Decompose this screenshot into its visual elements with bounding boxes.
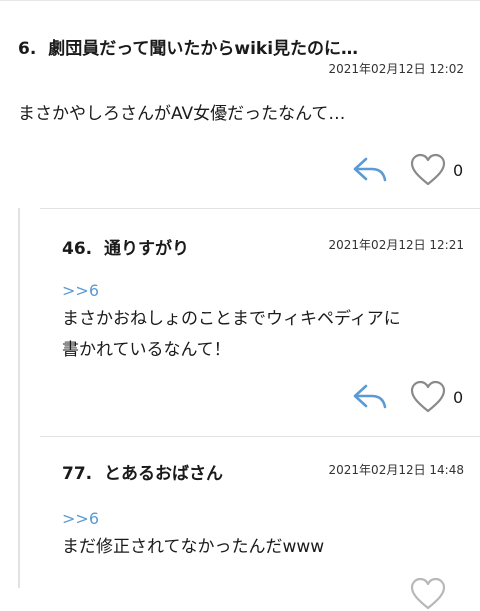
reply-anchor-link[interactable]: >>6 xyxy=(62,506,324,532)
comment-6: 6. 劇団員だって聞いたからwiki見たのに… 2021年02月12日 12:0… xyxy=(0,0,480,205)
comment-date: 2021年02月12日 12:02 xyxy=(328,62,464,76)
comment-line: 書かれているなんて！ xyxy=(62,340,231,360)
like-count: 0 xyxy=(453,161,464,180)
comment-body: >>6 まさかおねしょのことまでウィキペディアに 書かれているなんて！ xyxy=(62,278,401,366)
comment-author: とあるおばさん xyxy=(104,464,224,484)
heart-outline-icon[interactable] xyxy=(410,153,446,187)
comment-header: 6. 劇団員だって聞いたからwiki見たのに… xyxy=(18,34,358,59)
comment-header: 46. 通りすがり xyxy=(62,234,189,259)
heart-outline-icon[interactable] xyxy=(410,577,446,611)
reply-arrow-icon[interactable] xyxy=(352,379,388,413)
like-count: 0 xyxy=(453,388,464,407)
comment-body: >>6 まだ修正されてなかったんだwww xyxy=(62,506,324,563)
comment-line: まさかやしろさんがAV女優だったなんて… xyxy=(18,104,346,124)
comment-46: 46. 通りすがり 2021年02月12日 12:21 >>6 まさかおねしょの… xyxy=(0,208,480,436)
comment-header: 77. とあるおばさん xyxy=(62,459,223,484)
comment-number: 46. xyxy=(62,239,93,259)
comment-author: 通りすがり xyxy=(104,239,190,259)
comment-body: まさかやしろさんがAV女優だったなんて… xyxy=(18,99,345,130)
heart-outline-icon[interactable] xyxy=(410,380,446,414)
comment-77: 77. とあるおばさん 2021年02月12日 14:48 >>6 まだ修正され… xyxy=(0,436,480,610)
comment-line: まだ修正されてなかったんだwww xyxy=(62,537,325,557)
reply-anchor-link[interactable]: >>6 xyxy=(62,278,401,304)
comment-line: まさかおねしょのことまでウィキペディアに xyxy=(62,309,401,329)
comment-date: 2021年02月12日 14:48 xyxy=(328,463,464,477)
comment-date: 2021年02月12日 12:21 xyxy=(328,238,464,252)
comment-number: 77. xyxy=(62,464,93,484)
reply-arrow-icon[interactable] xyxy=(352,152,388,186)
comment-author: 劇団員だって聞いたからwiki見たのに… xyxy=(48,39,359,59)
comment-number: 6. xyxy=(18,39,37,59)
